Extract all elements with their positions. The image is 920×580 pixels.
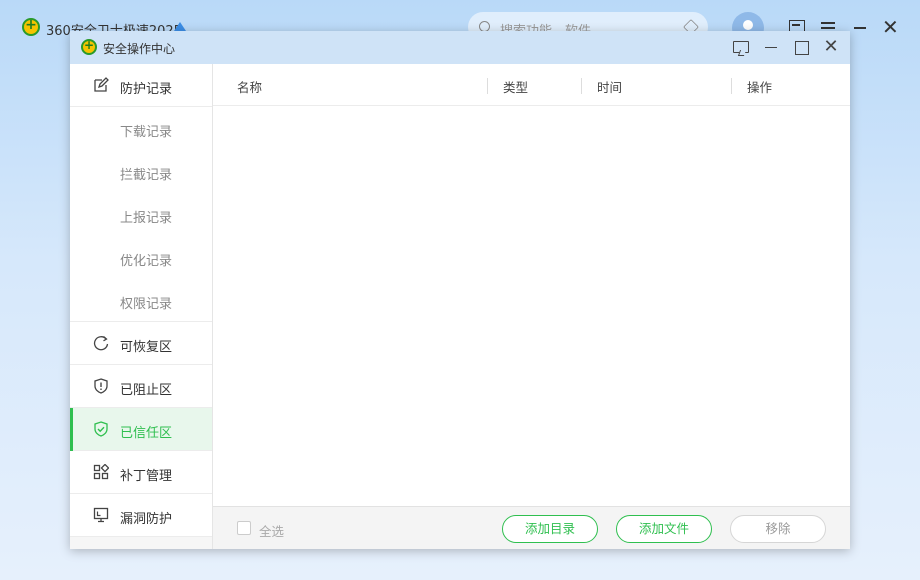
sidebar-item-label: 上报记录	[120, 211, 173, 226]
feedback-icon[interactable]	[730, 38, 750, 58]
shield-alert-icon	[93, 378, 109, 394]
content-panel: 名称 类型 时间 操作 全选 添加目录 添加文件 移除	[213, 64, 850, 549]
column-time[interactable]: 时间	[580, 77, 622, 96]
remove-button[interactable]: 移除	[730, 515, 826, 543]
sidebar-item-label: 补丁管理	[120, 469, 173, 484]
sidebar-item-vulnerability-protection[interactable]: 漏洞防护	[70, 494, 212, 537]
add-file-button[interactable]: 添加文件	[616, 515, 712, 543]
minimize-button[interactable]	[761, 38, 781, 58]
main-close-button[interactable]: ✕	[882, 17, 900, 37]
grid-icon	[93, 464, 109, 480]
sidebar-item-label: 下载记录	[120, 125, 173, 140]
refresh-icon	[93, 335, 109, 351]
footer-toolbar: 全选 添加目录 添加文件 移除	[213, 506, 850, 549]
dialog-title: 安全操作中心	[103, 42, 176, 56]
sidebar-item-download-records[interactable]: 下载记录	[70, 107, 212, 150]
sidebar: 防护记录 下载记录 拦截记录 上报记录 优化记录 权限记录 可恢复区 已阻止区	[70, 64, 213, 549]
sidebar-item-protection-records[interactable]: 防护记录	[70, 64, 212, 107]
sidebar-item-trusted-area[interactable]: 已信任区	[70, 408, 212, 451]
column-name[interactable]: 名称	[237, 77, 262, 96]
upgrade-arrow-icon[interactable]	[174, 22, 186, 31]
sidebar-item-optimize-records[interactable]: 优化记录	[70, 236, 212, 279]
sidebar-item-label: 可恢复区	[120, 340, 173, 355]
sidebar-item-blocked-area[interactable]: 已阻止区	[70, 365, 212, 408]
sidebar-item-label: 漏洞防护	[120, 512, 173, 527]
sidebar-item-label: 防护记录	[120, 82, 173, 97]
close-button[interactable]: ✕	[821, 38, 841, 58]
select-all-label[interactable]: 全选	[259, 521, 284, 540]
sidebar-item-intercept-records[interactable]: 拦截记录	[70, 150, 212, 193]
security-operation-center-dialog: 安全操作中心 ✕ 防护记录 下载记录 拦截记录 上报记录 优化记录 权限记录	[70, 31, 850, 549]
app-logo-icon	[22, 17, 40, 36]
sidebar-item-label: 已阻止区	[120, 383, 173, 398]
sidebar-item-label: 权限记录	[120, 297, 173, 312]
sidebar-item-patch-management[interactable]: 补丁管理	[70, 451, 212, 494]
edit-icon	[93, 77, 109, 93]
maximize-button[interactable]	[791, 38, 811, 58]
sidebar-item-report-records[interactable]: 上报记录	[70, 193, 212, 236]
shield-check-icon	[93, 421, 109, 437]
add-directory-button[interactable]: 添加目录	[502, 515, 598, 543]
select-all-checkbox[interactable]	[237, 521, 251, 535]
sidebar-item-label: 拦截记录	[120, 168, 173, 183]
sidebar-item-label: 已信任区	[120, 426, 173, 441]
sidebar-item-permission-records[interactable]: 权限记录	[70, 279, 212, 322]
main-minimize-button[interactable]	[852, 18, 870, 36]
column-action[interactable]: 操作	[730, 77, 772, 96]
sidebar-item-recoverable-area[interactable]: 可恢复区	[70, 322, 212, 365]
sidebar-item-label: 优化记录	[120, 254, 173, 269]
column-type[interactable]: 类型	[486, 77, 528, 96]
dialog-titlebar: 安全操作中心 ✕	[70, 31, 850, 64]
dialog-logo-icon	[81, 38, 97, 55]
monitor-icon	[93, 507, 109, 523]
table-header: 名称 类型 时间 操作	[213, 64, 850, 106]
